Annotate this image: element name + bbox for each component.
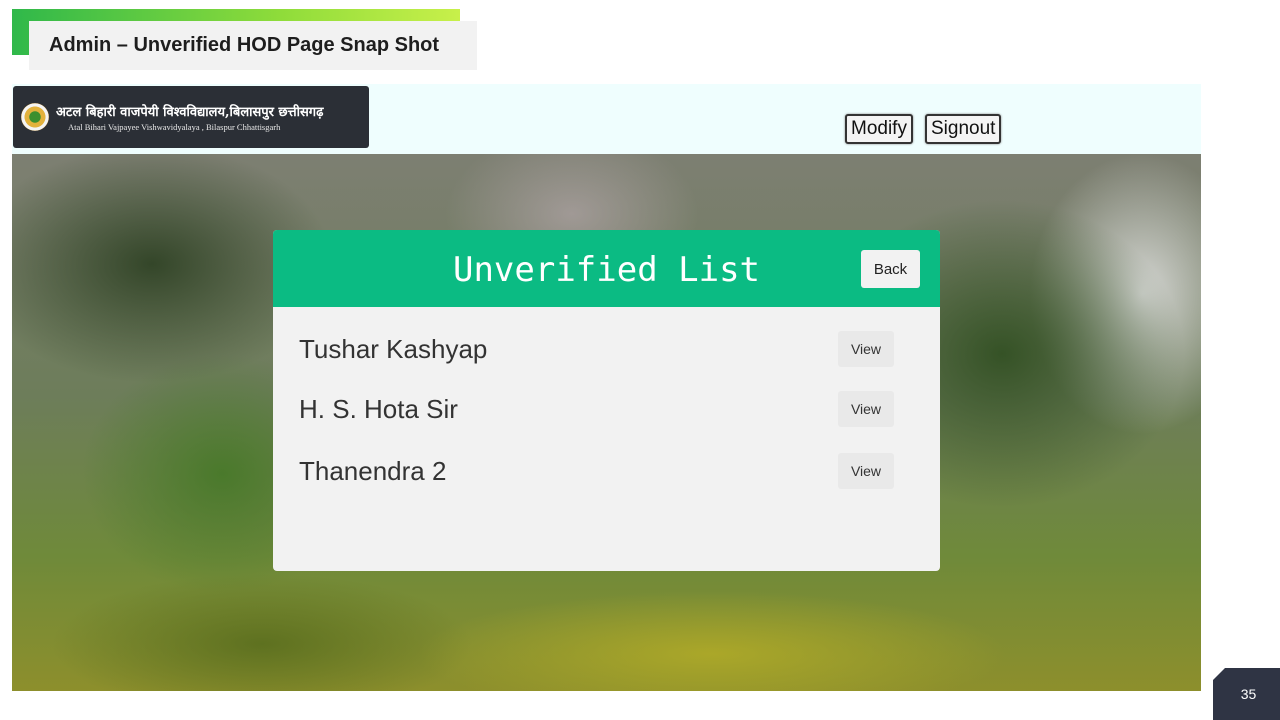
modify-button[interactable]: Modify: [845, 114, 913, 144]
signout-button[interactable]: Signout: [925, 114, 1002, 144]
view-button[interactable]: View: [838, 331, 894, 367]
list-item: H. S. Hota Sir View: [273, 387, 940, 431]
top-navbar: अटल बिहारी वाजपेयी विश्वविद्यालय,बिलासपु…: [12, 84, 1201, 154]
logo-hindi-text: अटल बिहारी वाजपेयी विश्वविद्यालय,बिलासपु…: [56, 105, 324, 120]
list-item: Thanendra 2 View: [273, 449, 940, 493]
card-title: Unverified List: [452, 250, 761, 290]
card-header: Unverified List Back: [273, 230, 940, 307]
university-logo[interactable]: अटल बिहारी वाजपेयी विश्वविद्यालय,बिलासपु…: [13, 86, 369, 148]
unverified-list-card: Unverified List Back Tushar Kashyap View…: [273, 230, 940, 571]
app-screenshot: अटल बिहारी वाजपेयी विश्वविद्यालय,बिलासपु…: [12, 84, 1201, 691]
logo-english-text: Atal Bihari Vajpayee Vishwavidyalaya , B…: [68, 122, 281, 132]
hod-name: Thanendra 2: [299, 456, 447, 486]
hod-name: H. S. Hota Sir: [299, 394, 458, 424]
emblem-icon: [21, 103, 49, 131]
view-button[interactable]: View: [838, 391, 894, 427]
hod-name: Tushar Kashyap: [299, 334, 488, 364]
logo-text: अटल बिहारी वाजपेयी विश्वविद्यालय,बिलासपु…: [56, 102, 323, 132]
list-item: Tushar Kashyap View: [273, 327, 940, 371]
back-button[interactable]: Back: [861, 250, 920, 288]
page-number: 35: [1213, 668, 1280, 720]
slide-title: Admin – Unverified HOD Page Snap Shot: [29, 21, 477, 70]
view-button[interactable]: View: [838, 453, 894, 489]
